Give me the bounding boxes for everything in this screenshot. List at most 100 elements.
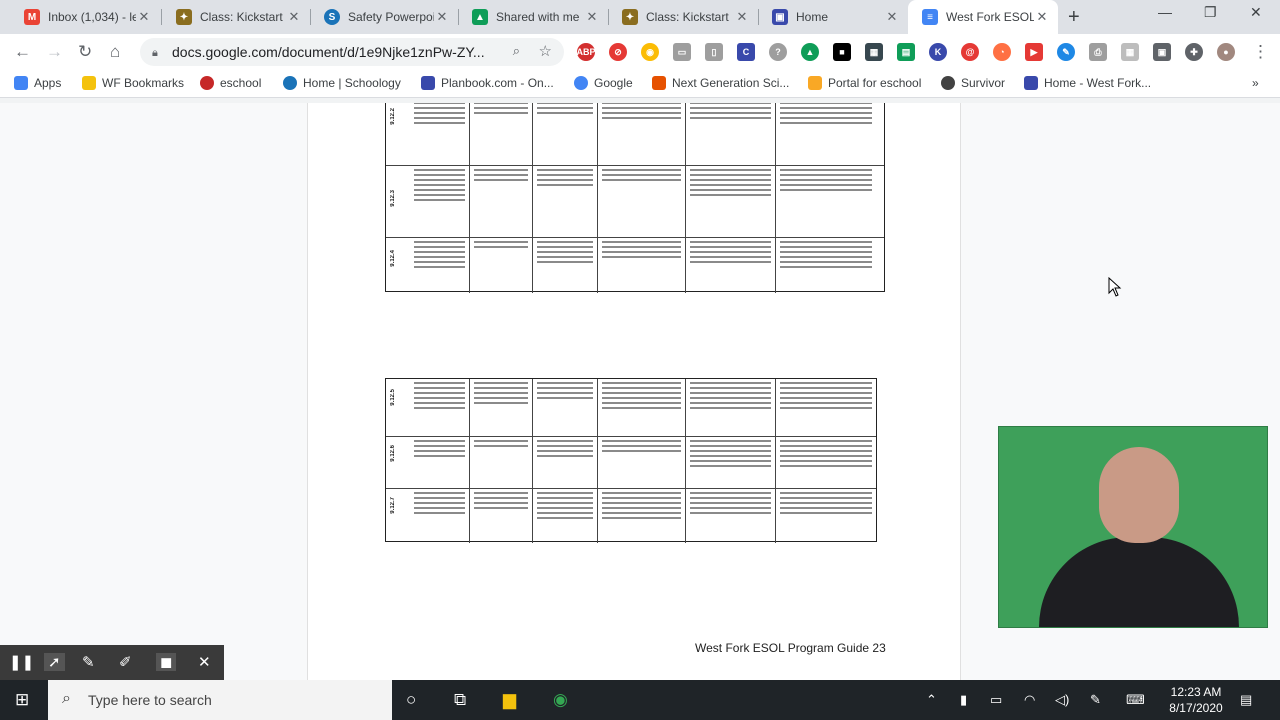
close-icon[interactable]: ✕ xyxy=(198,653,211,671)
browser-toolbar: ← → ↻ ⌂ 🔒︎ docs.google.com/document/d/1e… xyxy=(0,34,1280,70)
schoology-icon xyxy=(283,76,297,90)
qr-extension-icon[interactable]: ▦ xyxy=(865,43,883,61)
planbook-icon xyxy=(1024,76,1038,90)
bookmark-google[interactable]: Google xyxy=(574,76,633,90)
drive-extension-icon[interactable]: ▲ xyxy=(801,43,819,61)
profile-avatar-icon[interactable]: ● xyxy=(1217,43,1235,61)
reload-icon[interactable]: ↻ xyxy=(78,42,92,62)
restore-icon[interactable]: ❐ xyxy=(1204,4,1217,21)
screencastify-extension-icon[interactable]: ◉ xyxy=(641,43,659,61)
notifications-icon[interactable]: ▤ xyxy=(1240,692,1252,708)
chrome-icon[interactable]: ◉ xyxy=(553,690,568,710)
volume-icon[interactable]: ◁) xyxy=(1055,692,1069,708)
tab-class-kickstart-2[interactable]: ✦ Class: Kickstart ✕ xyxy=(608,0,758,34)
tab-west-fork-esol[interactable]: ≡ West Fork ESOL ✕ xyxy=(908,0,1058,34)
c-extension-icon[interactable]: C xyxy=(737,43,755,61)
bookmark-eschool[interactable]: eschool xyxy=(200,76,261,90)
printer-extension-icon[interactable]: ⎙ xyxy=(1089,43,1107,61)
tab-shared-with-me[interactable]: ▲ Shared with me ✕ xyxy=(458,0,608,34)
portal-icon xyxy=(808,76,822,90)
page-footer: West Fork ESOL Program Guide 23 xyxy=(695,641,886,655)
bookmark-next-generation-science[interactable]: Next Generation Sci... xyxy=(652,76,789,90)
pen-icon[interactable]: ✎ xyxy=(82,653,95,671)
survivor-icon xyxy=(941,76,955,90)
new-tab-icon[interactable]: + xyxy=(1068,6,1080,29)
mouse-cursor-icon xyxy=(1108,277,1122,297)
bookmark-apps[interactable]: Apps xyxy=(14,76,61,90)
webcam-overlay[interactable] xyxy=(998,426,1268,628)
tab-gmail[interactable]: M Inbox (1,034) - le ✕ xyxy=(10,0,160,34)
bookmark-planbook[interactable]: Planbook.com - On... xyxy=(421,76,554,90)
square-extension-icon[interactable]: ■ xyxy=(833,43,851,61)
search-icon[interactable]: ⌕ xyxy=(513,43,520,59)
google-docs-icon: ≡ xyxy=(922,9,938,25)
doc-extension-icon[interactable]: ▯ xyxy=(705,43,723,61)
kami-extension-icon[interactable]: K xyxy=(929,43,947,61)
block-extension-icon[interactable]: ⊘ xyxy=(609,43,627,61)
recorder-toolbar: ❚❚ ➚ ✎ ✐ ◼ ✕ xyxy=(0,645,224,680)
bookmark-portal-eschool[interactable]: Portal for eschool xyxy=(808,76,921,90)
bookmark-survivor[interactable]: Survivor xyxy=(941,76,1005,90)
bookmarks-overflow-icon[interactable]: » xyxy=(1252,76,1259,90)
windows-start-icon[interactable]: ⊞ xyxy=(15,690,29,710)
microphone-icon[interactable]: ▮ xyxy=(960,692,967,708)
close-icon[interactable]: ✕ xyxy=(584,9,600,25)
bookmark-star-icon[interactable]: ☆ xyxy=(539,42,552,60)
document-page[interactable]: 9.12.2 9.12.3 9.12.4 9.12.5 9.12.6 9.12.… xyxy=(307,103,961,680)
cast-extension-icon[interactable]: ▭ xyxy=(673,43,691,61)
keyboard-icon[interactable]: ⌨ xyxy=(1126,692,1145,708)
close-icon[interactable]: ✕ xyxy=(434,9,450,25)
close-icon[interactable]: ✕ xyxy=(1034,9,1050,25)
ngss-icon xyxy=(652,76,666,90)
tab-home[interactable]: ▣ Home ✕ xyxy=(758,0,908,34)
close-icon[interactable]: ✕ xyxy=(136,9,152,25)
grid-extension-icon[interactable]: ▦ xyxy=(1121,43,1139,61)
planbook-icon xyxy=(421,76,435,90)
close-icon[interactable]: ✕ xyxy=(286,9,302,25)
cortana-icon[interactable]: ○ xyxy=(406,690,416,710)
spiral-extension-icon[interactable]: @ xyxy=(961,43,979,61)
reading-list-icon[interactable]: ▣ xyxy=(1153,43,1171,61)
pen-extension-icon[interactable]: ✎ xyxy=(1057,43,1075,61)
highlighter-icon[interactable]: ✐ xyxy=(119,653,132,671)
sheets-extension-icon[interactable]: ▤ xyxy=(897,43,915,61)
close-icon[interactable]: ✕ xyxy=(734,9,750,25)
pen-workspace-icon[interactable]: ✎ xyxy=(1090,692,1101,708)
video-extension-icon[interactable]: ▶ xyxy=(1025,43,1043,61)
system-clock[interactable]: 12:23 AM 8/17/2020 xyxy=(1158,684,1234,716)
help-extension-icon[interactable]: ? xyxy=(769,43,787,61)
tab-class-kickstart[interactable]: ✦ Class: Kickstart ✕ xyxy=(162,0,310,34)
table-row: 9.12.7 xyxy=(386,489,876,543)
file-explorer-icon[interactable]: ▆ xyxy=(503,690,516,710)
wifi-icon[interactable]: ◠ xyxy=(1024,692,1035,708)
taskbar-search-box[interactable]: ⌕ Type here to search xyxy=(48,680,392,720)
standards-table-image-bottom: 9.12.5 9.12.6 9.12.7 xyxy=(385,378,877,543)
table-row: 9.12.2 xyxy=(386,103,884,166)
back-icon[interactable]: ← xyxy=(14,42,31,62)
forward-icon[interactable]: → xyxy=(46,42,63,62)
bookmark-schoology[interactable]: Home | Schoology xyxy=(283,76,401,90)
bookmark-home-west-fork[interactable]: Home - West Fork... xyxy=(1024,76,1151,90)
home-icon[interactable]: ⌂ xyxy=(110,42,120,62)
row-label-9-12-5: 9.12.5 xyxy=(390,389,396,406)
address-bar[interactable]: 🔒︎ docs.google.com/document/d/1e9Njke1zn… xyxy=(140,38,564,66)
show-hidden-icons-icon[interactable]: ⌃ xyxy=(926,692,937,708)
url-text: docs.google.com/document/d/1e9Njke1znPw-… xyxy=(172,44,485,60)
pointer-icon[interactable]: ➚ xyxy=(44,653,65,671)
extensions-puzzle-icon[interactable]: ✚ xyxy=(1185,43,1203,61)
close-icon[interactable]: ✕ xyxy=(884,9,900,25)
window-close-icon[interactable]: ✕ xyxy=(1250,4,1262,21)
folder-icon xyxy=(82,76,96,90)
pause-icon[interactable]: ❚❚ xyxy=(9,653,34,671)
minimize-icon[interactable]: — xyxy=(1158,4,1172,20)
row-label-9-12-3: 9.12.3 xyxy=(390,190,396,207)
adblock-extension-icon[interactable]: ABP xyxy=(577,43,596,61)
battery-icon[interactable]: ▭ xyxy=(990,692,1002,708)
tab-safety-powerpoint[interactable]: S Safety Powerpoi ✕ xyxy=(310,0,458,34)
menu-kebab-icon[interactable]: ⋮ xyxy=(1252,42,1269,62)
table-row: 9.12.4 xyxy=(386,238,884,293)
firefox-extension-icon[interactable]: ◔ xyxy=(993,43,1011,61)
task-view-icon[interactable]: ⧉ xyxy=(454,690,466,710)
bookmark-wf-bookmarks[interactable]: WF Bookmarks xyxy=(82,76,184,90)
camera-icon[interactable]: ◼ xyxy=(156,653,177,671)
